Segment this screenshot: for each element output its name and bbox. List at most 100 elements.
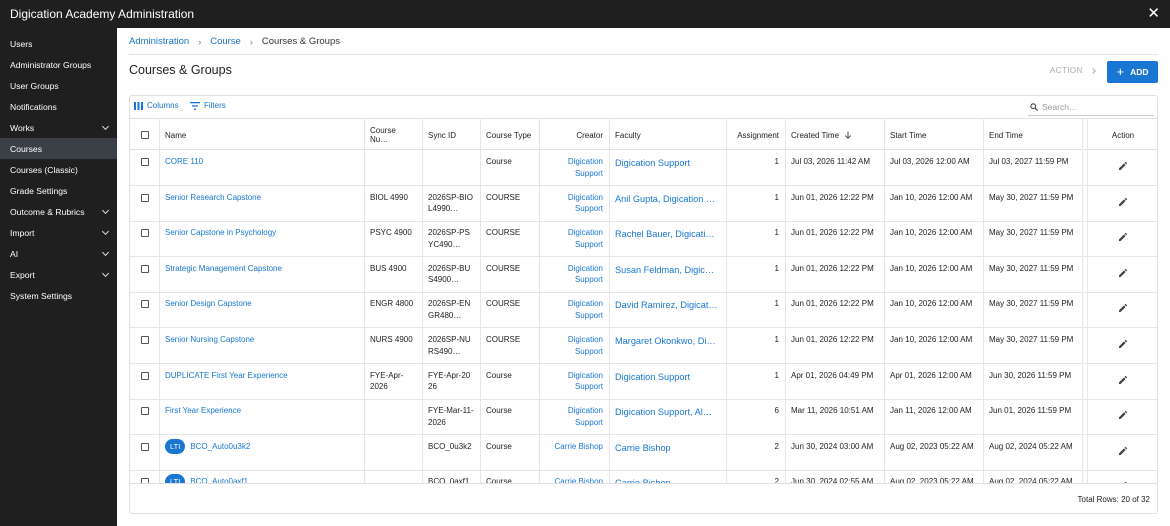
sidebar-item-user-groups[interactable]: User Groups xyxy=(0,75,117,96)
faculty-link[interactable]: Carrie Bishop xyxy=(609,470,726,483)
edit-pencil-icon[interactable] xyxy=(1118,161,1128,171)
course-name-link[interactable]: LTI BCO_Auto0axf1 xyxy=(159,470,364,483)
course-name: CORE 110 xyxy=(165,157,204,166)
edit-pencil-icon[interactable] xyxy=(1118,339,1128,349)
course-name-link[interactable]: Senior Nursing Capstone xyxy=(159,328,364,364)
breadcrumb-administration[interactable]: Administration xyxy=(129,36,189,47)
creator-link[interactable]: Digication Support xyxy=(539,328,609,364)
sidebar-item-import[interactable]: Import xyxy=(0,222,117,243)
start-time: Jan 10, 2026 12:00 AM xyxy=(890,335,973,344)
faculty-link[interactable]: Digication Support xyxy=(609,150,726,186)
faculty-link[interactable]: Digication Support xyxy=(609,364,726,400)
faculty-link[interactable]: Digication Support, Al… xyxy=(609,399,726,435)
column-header-creator[interactable]: Creator xyxy=(539,119,609,151)
start-time: Jan 10, 2026 12:00 AM xyxy=(890,192,973,202)
sync-id: FYE-Apr-2026 xyxy=(428,370,471,392)
creator-link[interactable]: Digication Support xyxy=(539,399,609,435)
sidebar-item-grade-settings[interactable]: Grade Settings xyxy=(0,180,117,201)
faculty-link[interactable]: Rachel Bauer, Digicati… xyxy=(609,221,726,257)
column-header-action[interactable]: Action xyxy=(1087,119,1157,151)
sort-descending-icon[interactable] xyxy=(844,131,852,139)
creator-link[interactable]: Digication Support xyxy=(539,292,609,328)
creator-link[interactable]: Digication Support xyxy=(539,150,609,186)
column-header-type[interactable]: Course Type xyxy=(480,119,539,151)
creator-link[interactable]: Carrie Bishop xyxy=(539,470,609,483)
column-header-name[interactable]: Name xyxy=(159,119,364,151)
faculty-link[interactable]: Carrie Bishop xyxy=(609,435,726,471)
course-name-link[interactable]: Senior Research Capstone xyxy=(159,186,364,222)
creator-link[interactable]: Digication Support xyxy=(539,186,609,222)
edit-pencil-icon[interactable] xyxy=(1118,268,1128,278)
main-content: Administration › Course › Courses & Grou… xyxy=(117,28,1170,526)
edit-pencil-icon[interactable] xyxy=(1118,375,1128,385)
filters-button[interactable]: Filters xyxy=(190,101,226,110)
faculty-link[interactable]: Anil Gupta, Digication … xyxy=(609,186,726,222)
course-type: Course xyxy=(486,441,512,451)
row-checkbox[interactable] xyxy=(141,158,149,166)
course-name-link[interactable]: Senior Capstone in Psychology xyxy=(159,221,364,257)
column-header-end[interactable]: End Time xyxy=(983,119,1082,151)
sync-id: 2026SP-ENGR480… xyxy=(428,299,471,320)
action-button[interactable]: ACTION xyxy=(1050,66,1096,75)
edit-pencil-icon[interactable] xyxy=(1118,446,1128,456)
chevron-right-icon xyxy=(1089,67,1096,74)
sidebar-item-ai[interactable]: AI xyxy=(0,243,117,264)
creator-link[interactable]: Digication Support xyxy=(539,257,609,293)
course-name-link[interactable]: DUPLICATE First Year Experience xyxy=(159,364,364,400)
course-name-link[interactable]: LTI BCO_Auto0u3k2 xyxy=(159,435,364,471)
chevron-down-icon xyxy=(101,227,110,235)
faculty-link[interactable]: Susan Feldman, Digic… xyxy=(609,257,726,293)
table-header: Name Course Nu… Sync ID Course Type Creator F… xyxy=(130,118,1157,150)
column-header-sync-id[interactable]: Sync ID xyxy=(422,119,480,151)
breadcrumb-course[interactable]: Course xyxy=(210,36,241,47)
sidebar-item-notifications[interactable]: Notifications xyxy=(0,96,117,117)
edit-pencil-icon[interactable] xyxy=(1118,197,1128,207)
created-time: Jun 01, 2026 12:22 PM xyxy=(791,228,874,238)
course-name-link[interactable]: Strategic Management Capstone xyxy=(159,257,364,293)
sidebar-item-works[interactable]: Works xyxy=(0,117,117,138)
sidebar-item-label: Works xyxy=(10,122,35,133)
sidebar-item-export[interactable]: Export xyxy=(0,264,117,285)
row-checkbox[interactable] xyxy=(141,229,149,238)
row-checkbox[interactable] xyxy=(141,300,149,309)
column-header-faculty[interactable]: Faculty xyxy=(609,119,726,151)
edit-pencil-icon[interactable] xyxy=(1118,410,1128,420)
sidebar-item-users[interactable]: Users xyxy=(0,33,117,54)
select-all-checkbox[interactable] xyxy=(141,131,149,139)
course-name-link[interactable]: CORE 110 xyxy=(159,150,364,186)
sidebar-item-system-settings[interactable]: System Settings xyxy=(0,285,117,306)
end-time: May 30, 2027 11:59 PM xyxy=(989,228,1074,238)
chevron-down-icon xyxy=(101,269,110,277)
close-icon[interactable]: ✕ xyxy=(1147,5,1160,23)
sidebar-item-courses[interactable]: Courses xyxy=(0,138,117,159)
column-header-start[interactable]: Start Time xyxy=(884,119,983,151)
course-name-link[interactable]: Senior Design Capstone xyxy=(159,292,364,328)
search-input[interactable] xyxy=(1042,101,1142,112)
column-header-assignment[interactable]: Assignment xyxy=(726,119,785,151)
row-checkbox[interactable] xyxy=(141,442,149,451)
faculty-link[interactable]: Margaret Okonkwo, Di… xyxy=(609,328,726,364)
edit-pencil-icon[interactable] xyxy=(1118,303,1128,313)
faculty-link[interactable]: David Ramirez, Digicat… xyxy=(609,292,726,328)
row-checkbox[interactable] xyxy=(141,336,149,344)
sidebar-item-label: System Settings xyxy=(10,290,73,301)
row-checkbox[interactable] xyxy=(141,407,149,416)
creator-link[interactable]: Digication Support xyxy=(539,221,609,257)
sidebar-item-courses-classic[interactable]: Courses (Classic) xyxy=(0,159,117,180)
creator-link[interactable]: Carrie Bishop xyxy=(539,435,609,471)
row-checkbox[interactable] xyxy=(141,264,149,273)
sidebar-item-outcome-rubrics[interactable]: Outcome & Rubrics xyxy=(0,201,117,222)
column-header-created[interactable]: Created Time xyxy=(785,119,884,151)
add-button[interactable]: + ADD xyxy=(1107,61,1158,83)
columns-button[interactable]: Columns xyxy=(134,101,179,110)
course-name-link[interactable]: First Year Experience xyxy=(159,399,364,435)
edit-pencil-icon[interactable] xyxy=(1118,232,1128,242)
assignment-count: 1 xyxy=(774,299,779,309)
row-checkbox[interactable] xyxy=(141,193,149,202)
course-type: Course xyxy=(486,406,512,416)
row-checkbox[interactable] xyxy=(141,371,149,380)
creator-link[interactable]: Digication Support xyxy=(539,364,609,400)
sidebar-item-administrator-groups[interactable]: Administrator Groups xyxy=(0,54,117,75)
courses-table: Columns Filters Name Course Nu… Sync ID Cou… xyxy=(129,95,1158,514)
column-header-course-num[interactable]: Course Nu… xyxy=(364,119,422,151)
